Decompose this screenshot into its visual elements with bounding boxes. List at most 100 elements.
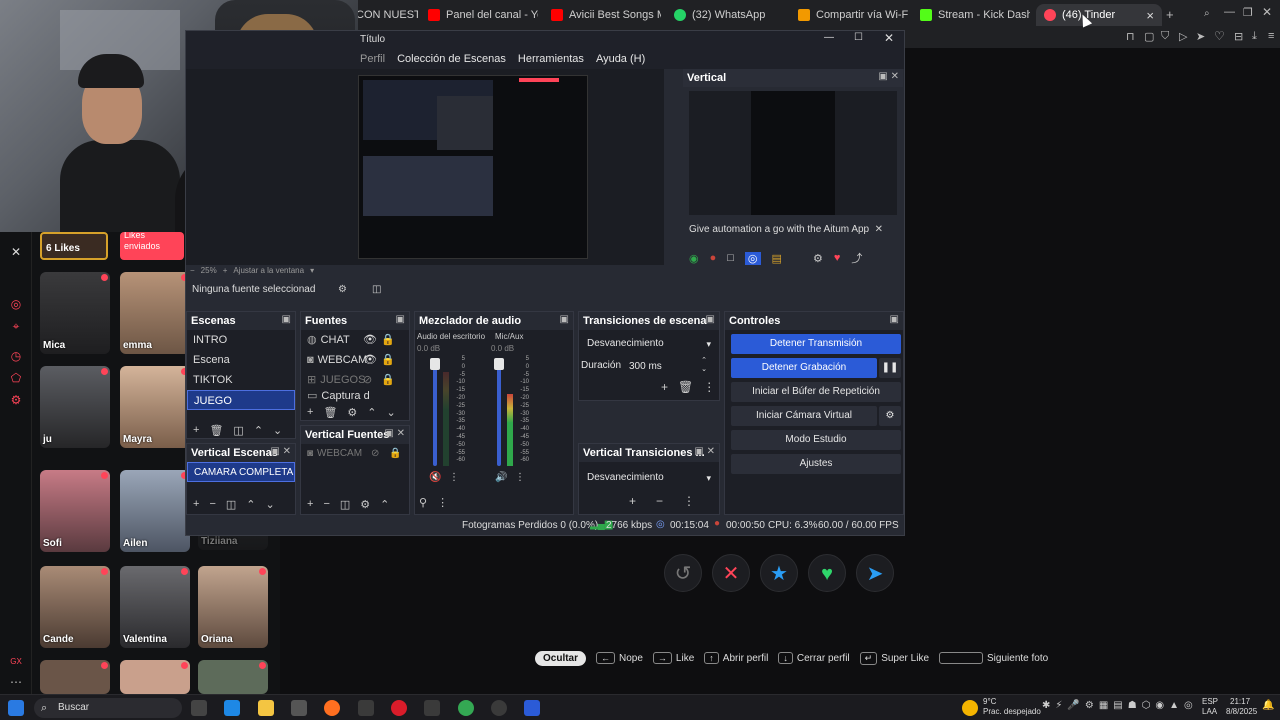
nope-icon[interactable]: ✕	[712, 554, 750, 592]
profile-card[interactable]: Mayra	[120, 366, 190, 448]
filters-icon[interactable]: ◫	[226, 498, 236, 511]
virtual-cam-icon[interactable]: ◎	[744, 251, 761, 265]
menu-help[interactable]: Ayuda (H)	[596, 53, 645, 65]
like-heart-icon[interactable]: ♥	[808, 554, 846, 592]
more-icon[interactable]: ⋮	[437, 496, 448, 509]
vertical-scene-item[interactable]: CAMARA COMPLETA	[187, 462, 295, 482]
undock-icon[interactable]: ▣	[396, 314, 405, 325]
more-icon[interactable]: ⋮	[683, 494, 695, 508]
word-icon[interactable]	[524, 700, 540, 716]
shield-icon[interactable]: ⬠	[8, 370, 24, 386]
gear-icon[interactable]: ⚙	[879, 406, 901, 426]
scene-item[interactable]: TIKTOK	[187, 370, 295, 390]
undock-icon[interactable]: ▣	[706, 314, 715, 325]
pause-icon[interactable]: ❚❚	[879, 358, 901, 378]
share-icon[interactable]: ⤴	[851, 250, 862, 266]
close-icon[interactable]: ✕	[884, 31, 894, 45]
mute-icon[interactable]: 🔇	[429, 472, 441, 483]
app-icon[interactable]	[358, 700, 374, 716]
trash-icon[interactable]: 🗑	[323, 406, 337, 419]
gear-icon[interactable]: ⚙	[347, 406, 357, 419]
copilot-icon[interactable]	[224, 700, 240, 716]
close-tab-icon[interactable]: ×	[1146, 8, 1154, 23]
trash-icon[interactable]: 🗑	[678, 380, 693, 394]
eye-icon[interactable]: 👁	[363, 350, 377, 370]
gear-icon[interactable]: ⚙	[338, 279, 347, 301]
vertical-transition-select[interactable]: Desvanecimiento ▾	[583, 468, 715, 488]
screenshot-icon[interactable]: ▢	[1144, 30, 1154, 43]
source-item[interactable]: ▭ Captura d	[301, 390, 409, 402]
gear-icon[interactable]: ⚙	[813, 252, 823, 265]
eye-icon[interactable]: 👁	[363, 330, 377, 350]
close-icon[interactable]: ▣ ✕	[878, 71, 899, 82]
minus-icon[interactable]: −	[656, 494, 663, 508]
eye-off-icon[interactable]: ⊘	[371, 444, 379, 464]
tab-wifi-share[interactable]: Compartir vía Wi-Fi	[798, 4, 908, 26]
lock-icon[interactable]: 🔒	[381, 330, 395, 350]
menu-profile[interactable]: Perfil	[360, 53, 385, 65]
send-icon[interactable]: ➤	[1196, 30, 1205, 43]
chevron-up-icon[interactable]: ⌃	[367, 406, 376, 419]
filters-icon[interactable]: ◫	[372, 279, 381, 301]
source-item[interactable]: ◙ WEBCAM 👁 🔒	[301, 350, 409, 370]
obs-preview[interactable]	[186, 69, 664, 265]
clock-time[interactable]: 21:17	[1230, 697, 1250, 706]
more-icon[interactable]: ⋮	[449, 472, 459, 483]
explore-icon[interactable]: ◎	[8, 296, 24, 312]
chevron-down-icon[interactable]: ⌄	[266, 498, 275, 511]
add-icon[interactable]: +	[629, 494, 636, 508]
add-icon[interactable]: +	[193, 498, 199, 511]
add-icon[interactable]: +	[307, 498, 313, 511]
gear-icon[interactable]: ⚙	[360, 498, 370, 511]
stop-streaming-button[interactable]: Detener Transmisión	[731, 334, 901, 354]
trash-icon[interactable]: 🗑	[209, 424, 223, 437]
heart-icon[interactable]: ♡	[1214, 29, 1225, 43]
profile-card[interactable]: Oriana	[198, 566, 268, 648]
task-view-icon[interactable]	[191, 700, 207, 716]
obs-icon[interactable]	[491, 700, 507, 716]
close-icon[interactable]: ✕	[8, 244, 24, 260]
boost-icon[interactable]: ➤	[856, 554, 894, 592]
close-icon[interactable]: ✕	[875, 219, 883, 241]
desktop-volume-slider[interactable]	[433, 362, 437, 466]
transition-select[interactable]: Desvanecimiento ▾	[583, 334, 715, 354]
clock-icon[interactable]: ◷	[8, 348, 24, 364]
more-icon[interactable]: ⋯	[8, 674, 24, 690]
speaker-icon[interactable]: 🔊	[495, 472, 507, 483]
profile-card[interactable]	[40, 660, 110, 694]
tab-youtube-panel[interactable]: Panel del canal - YouTub	[428, 4, 538, 26]
rewind-icon[interactable]: ↺	[664, 554, 702, 592]
firefox-icon[interactable]	[324, 700, 340, 716]
tab-whatsapp[interactable]: (32) WhatsApp	[674, 4, 784, 26]
close-icon[interactable]: ▣ ✕	[270, 446, 291, 457]
lock-icon[interactable]: 🔒	[381, 350, 395, 370]
windows-start-icon[interactable]	[8, 700, 24, 716]
scene-item[interactable]: Escena	[187, 350, 295, 370]
profile-card[interactable]: Sofi	[40, 470, 110, 552]
fit-window-select[interactable]: Ajustar a la ventana	[233, 266, 304, 275]
profile-card[interactable]: ju	[40, 366, 110, 448]
close-icon[interactable]: ▣ ✕	[384, 428, 405, 439]
new-tab-button[interactable]: +	[1166, 7, 1174, 22]
settings-icon[interactable]: ⚙	[8, 392, 24, 408]
zoom-in-button[interactable]: +	[223, 266, 228, 275]
virtual-camera-button[interactable]: Iniciar Cámara Virtual	[731, 406, 877, 426]
chevron-up-icon[interactable]: ⌃	[380, 498, 389, 511]
scene-item[interactable]: INTRO	[187, 330, 295, 350]
wallet-icon[interactable]: ⊟	[1234, 30, 1243, 43]
vertical-canvas-area[interactable]	[689, 91, 897, 215]
search-tabs-icon[interactable]: ⌕	[1204, 8, 1210, 19]
filters-icon[interactable]: ◫	[233, 424, 243, 437]
source-item-hidden[interactable]: ⊞ JUEGOS ⊘ 🔒	[301, 370, 409, 390]
likes-card[interactable]: 6 Likes	[40, 232, 108, 260]
filters-icon[interactable]: ◫	[340, 498, 350, 511]
vertical-source-item[interactable]: ◙ WEBCAM ⊘ 🔒	[301, 444, 409, 464]
studio-mode-button[interactable]: Modo Estudio	[731, 430, 901, 450]
chevron-up-icon[interactable]: ⌃	[254, 424, 263, 437]
profile-card[interactable]: emma	[120, 272, 190, 354]
folder-icon[interactable]: ▤	[772, 252, 782, 265]
add-icon[interactable]: +	[193, 424, 199, 437]
replay-buffer-icon[interactable]: □	[727, 252, 734, 264]
replay-buffer-button[interactable]: Iniciar el Búfer de Repetición	[731, 382, 901, 402]
zoom-out-button[interactable]: −	[190, 266, 195, 275]
